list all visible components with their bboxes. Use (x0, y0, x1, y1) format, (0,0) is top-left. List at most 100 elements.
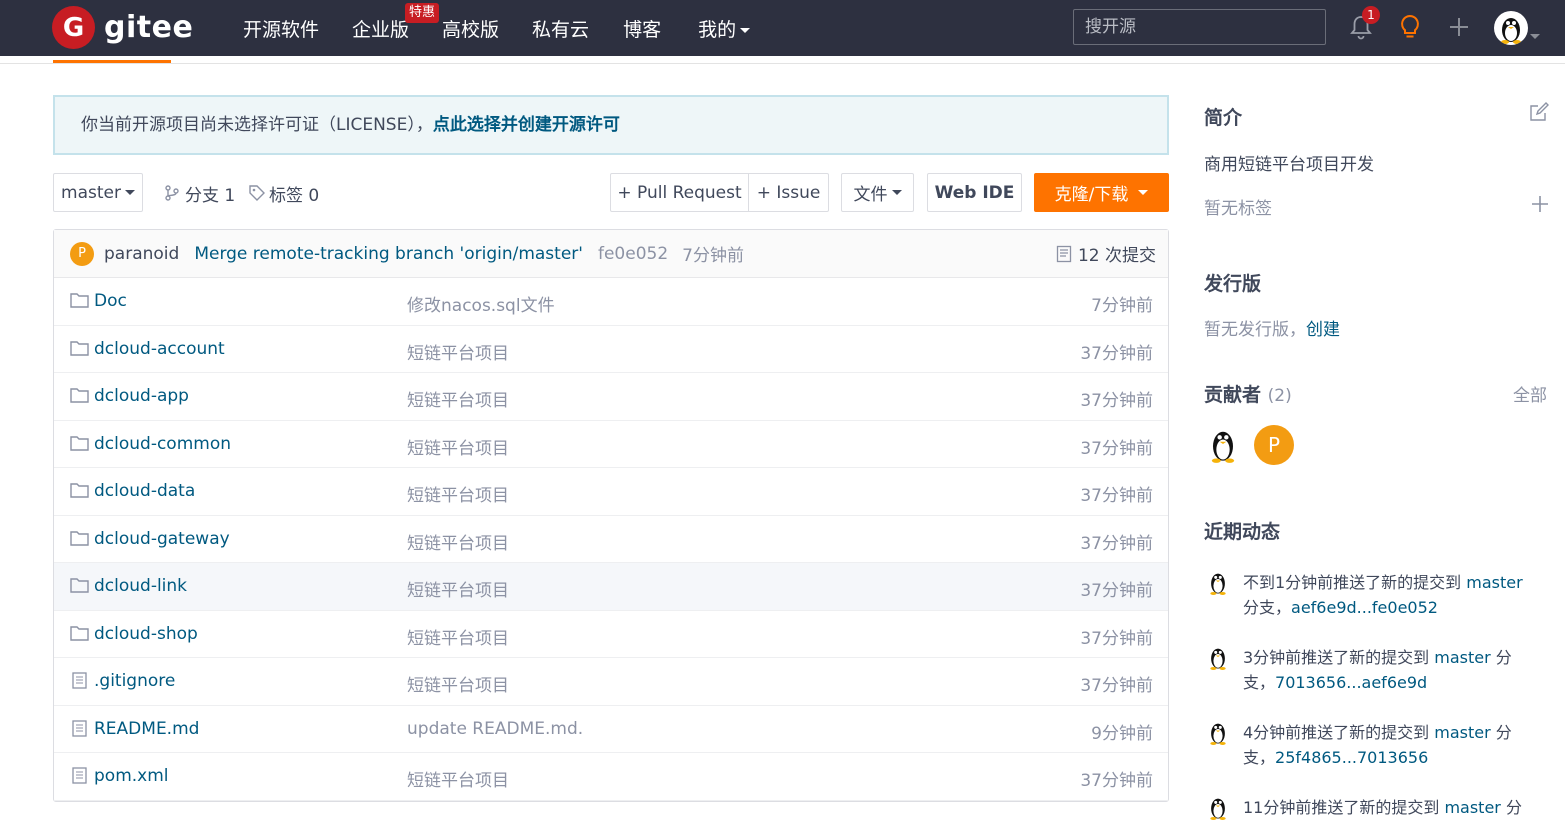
tag-icon (249, 185, 265, 201)
contributor-avatar[interactable] (1204, 424, 1242, 464)
user-avatar[interactable] (1494, 11, 1528, 45)
file-commit-message[interactable]: 短链平台项目 (407, 671, 509, 696)
file-commit-message[interactable]: 短链平台项目 (407, 529, 509, 554)
create-release-link[interactable]: 创建 (1306, 320, 1340, 340)
file-name[interactable]: dcloud-account (94, 339, 225, 359)
issue-button[interactable]: + Issue (748, 173, 829, 212)
file-commit-message[interactable]: 短链平台项目 (407, 576, 509, 601)
file-name[interactable]: dcloud-link (94, 576, 187, 596)
activity-avatar[interactable] (1205, 642, 1231, 672)
activity-prefix: 分支， (1243, 598, 1292, 617)
commit-message[interactable]: Merge remote-tracking branch 'origin/mas… (194, 244, 583, 264)
gitee-logo[interactable]: G gitee (52, 6, 193, 49)
edit-icon[interactable] (1529, 102, 1549, 122)
contributors-title: 贡献者 (2) (1204, 380, 1292, 407)
file-name[interactable]: dcloud-shop (94, 624, 198, 644)
file-name[interactable]: dcloud-gateway (94, 529, 230, 549)
file-commit-message[interactable]: 短链平台项目 (407, 434, 509, 459)
search-input[interactable]: 搜开源 (1073, 9, 1326, 45)
plus-icon[interactable] (1446, 13, 1472, 41)
file-commit-time: 37分钟前 (1080, 628, 1153, 649)
tags-link[interactable]: 标签 0 (248, 180, 319, 206)
file-name[interactable]: Doc (94, 291, 127, 311)
file-icon (70, 719, 89, 737)
activity-suffix: 分 (1490, 723, 1512, 742)
activity-prefix: 支， (1243, 748, 1276, 767)
pull-request-button[interactable]: + Pull Request (610, 173, 749, 212)
sub-navbar (0, 56, 1565, 64)
activity-branch-link[interactable]: master (1434, 648, 1490, 667)
activity-commit-range-link[interactable]: 7013656...aef6e9d (1275, 673, 1427, 692)
lightbulb-icon[interactable] (1397, 13, 1423, 41)
folder-icon (70, 435, 89, 452)
nav-private-cloud[interactable]: 私有云 (532, 15, 589, 42)
activity-avatar[interactable] (1205, 792, 1231, 822)
activity-branch-link[interactable]: master (1466, 573, 1522, 592)
active-tab-indicator (53, 60, 171, 63)
choose-license-link[interactable]: 点此选择并创建开源许可 (433, 115, 620, 135)
file-row[interactable]: README.md update README.md. 9分钟前 (54, 706, 1168, 753)
main-nav: 开源软件 企业版 高校版 私有云 博客 我的 (243, 0, 751, 56)
file-row[interactable]: dcloud-gateway 短链平台项目 37分钟前 (54, 516, 1168, 563)
file-commit-time: 37分钟前 (1080, 438, 1153, 459)
activity-branch-link[interactable]: master (1434, 723, 1490, 742)
latest-commit: P paranoid Merge remote-tracking branch … (54, 230, 1168, 278)
chevron-down-icon[interactable] (1530, 26, 1540, 45)
activity-text: 4分钟前推送了新的提交到 (1243, 723, 1435, 742)
activity-commit-range-link[interactable]: 25f4865...7013656 (1275, 748, 1428, 767)
file-name[interactable]: .gitignore (94, 671, 175, 691)
commit-count-link[interactable]: 12 次提交 (1056, 241, 1156, 266)
file-row[interactable]: dcloud-account 短链平台项目 37分钟前 (54, 326, 1168, 373)
nav-mine[interactable]: 我的 (698, 15, 751, 42)
file-name[interactable]: pom.xml (94, 766, 169, 786)
file-commit-message[interactable]: 短链平台项目 (407, 386, 509, 411)
file-menu-button[interactable]: 文件 (841, 173, 914, 212)
file-commit-message[interactable]: 修改nacos.sql文件 (407, 291, 555, 316)
nav-enterprise[interactable]: 企业版 (352, 15, 409, 42)
file-row[interactable]: dcloud-app 短链平台项目 37分钟前 (54, 373, 1168, 421)
activity-text: 不到1分钟前推送了新的提交到 (1243, 573, 1467, 592)
commit-hash[interactable]: fe0e052 (598, 244, 668, 264)
file-commit-message[interactable]: 短链平台项目 (407, 624, 509, 649)
activity-avatar[interactable] (1205, 567, 1231, 597)
file-name[interactable]: README.md (94, 719, 199, 739)
branch-select[interactable]: master (53, 173, 143, 212)
nav-blog[interactable]: 博客 (623, 15, 661, 42)
contributor-avatar[interactable]: P (1254, 425, 1294, 465)
file-row[interactable]: pom.xml 短链平台项目 37分钟前 (54, 753, 1168, 801)
file-commit-time: 37分钟前 (1080, 771, 1153, 791)
branches-link[interactable]: 分支 1 (163, 180, 235, 206)
file-commit-message[interactable]: update README.md. (407, 719, 583, 739)
file-row[interactable]: dcloud-data 短链平台项目 37分钟前 (54, 468, 1168, 516)
nav-open-source[interactable]: 开源软件 (243, 15, 319, 42)
file-row[interactable]: dcloud-link 短链平台项目 37分钟前 (54, 563, 1168, 611)
file-commit-message[interactable]: 短链平台项目 (407, 481, 509, 506)
file-commit-time: 37分钟前 (1080, 391, 1153, 411)
activity-commit-range-link[interactable]: aef6e9d...fe0e052 (1291, 598, 1438, 617)
author-avatar[interactable]: P (70, 241, 94, 266)
file-commit-message[interactable]: 短链平台项目 (407, 339, 509, 364)
file-commit-time: 37分钟前 (1080, 486, 1153, 506)
activity-title: 近期动态 (1204, 521, 1281, 543)
nav-education[interactable]: 高校版 (442, 15, 499, 42)
commit-author[interactable]: paranoid (104, 244, 179, 264)
file-name[interactable]: dcloud-app (94, 386, 189, 406)
license-notice: 你当前开源项目尚未选择许可证（LICENSE），点此选择并创建开源许可 (53, 95, 1169, 155)
web-ide-button[interactable]: Web IDE (927, 173, 1022, 212)
clone-download-label: 克隆/下载 (1054, 185, 1129, 205)
commits-icon (1056, 245, 1072, 262)
all-contributors-link[interactable]: 全部 (1513, 381, 1547, 406)
file-commit-message[interactable]: 短链平台项目 (407, 766, 509, 791)
activity-branch-link[interactable]: master (1444, 798, 1500, 817)
top-navbar: G gitee 开源软件 企业版 高校版 私有云 博客 我的 特惠 搜开源 1 (0, 0, 1565, 56)
file-row[interactable]: dcloud-common 短链平台项目 37分钟前 (54, 421, 1168, 468)
add-tag-icon[interactable] (1531, 195, 1549, 213)
activity-avatar[interactable] (1205, 717, 1231, 747)
file-name[interactable]: dcloud-data (94, 481, 195, 501)
file-row[interactable]: .gitignore 短链平台项目 37分钟前 (54, 658, 1168, 706)
file-row[interactable]: dcloud-shop 短链平台项目 37分钟前 (54, 611, 1168, 658)
clone-download-button[interactable]: 克隆/下载 (1034, 173, 1169, 212)
file-commit-time: 7分钟前 (1091, 296, 1153, 316)
file-name[interactable]: dcloud-common (94, 434, 231, 454)
file-row[interactable]: Doc 修改nacos.sql文件 7分钟前 (54, 278, 1168, 326)
